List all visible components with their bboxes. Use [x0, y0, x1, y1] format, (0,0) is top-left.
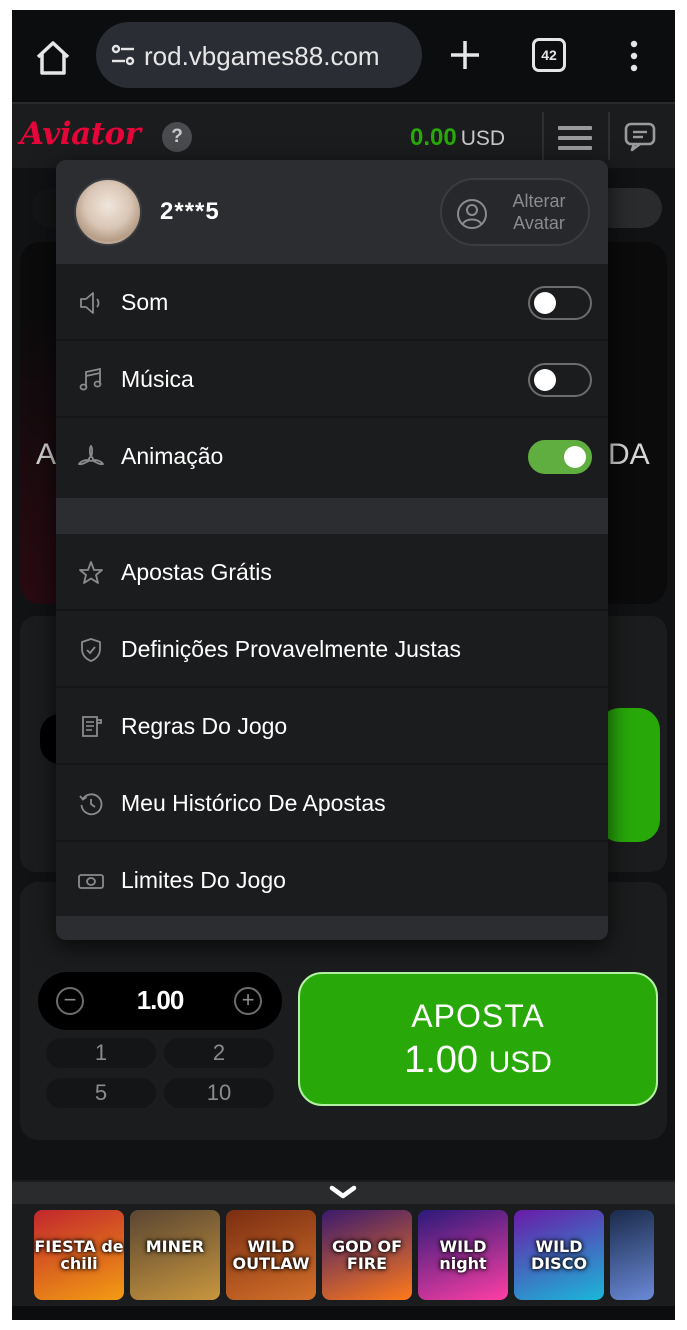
- place-bet-button[interactable]: APOSTA 1.00 USD: [298, 972, 658, 1106]
- sound-toggle[interactable]: [528, 286, 592, 320]
- menu-item-free-bets[interactable]: Apostas Grátis: [56, 534, 608, 611]
- menu-item-label: Limites Do Jogo: [121, 867, 286, 893]
- menu-item-label: Regras Do Jogo: [121, 713, 288, 739]
- chevron-down-icon[interactable]: [328, 1184, 358, 1200]
- quick-amount-1[interactable]: 1: [46, 1038, 156, 1068]
- menu-item-bet-history[interactable]: Meu Histórico De Apostas: [56, 765, 608, 842]
- address-bar[interactable]: rod.vbgames88.com: [96, 22, 422, 88]
- game-thumbnail-title: WILD DISCO: [530, 1237, 588, 1273]
- music-toggle[interactable]: [528, 363, 592, 397]
- menu-item-game-limits[interactable]: Limites Do Jogo: [56, 842, 608, 919]
- aviator-logo: Aviator: [20, 116, 141, 152]
- screen: rod.vbgames88.com 42 Aviator ? 0.00USD: [12, 10, 675, 1320]
- menu-item-music[interactable]: Música: [56, 341, 608, 418]
- bet-button-value: 1.00: [404, 1039, 479, 1081]
- collapse-bar[interactable]: [12, 1182, 675, 1204]
- balance-currency: USD: [460, 127, 506, 150]
- game-thumbnail[interactable]: GOD OF FIRE: [322, 1210, 412, 1300]
- menu-item-sound[interactable]: Som: [56, 264, 608, 341]
- tab-switcher-button[interactable]: 42: [532, 38, 566, 72]
- menu-footer: [56, 916, 608, 940]
- games-strip: FIESTA de chili MINER WILD OUTLAW GOD OF FI…: [12, 1180, 675, 1320]
- home-icon[interactable]: [34, 40, 72, 76]
- profile-header: 2***5 Alterar Avatar: [56, 160, 608, 264]
- game-thumbnail[interactable]: MINER: [130, 1210, 220, 1300]
- menu-item-label: Meu Histórico De Apostas: [121, 790, 386, 816]
- browser-toolbar: rod.vbgames88.com 42: [12, 10, 675, 102]
- history-icon: [79, 793, 103, 816]
- header-divider: [608, 112, 610, 160]
- settings-menu: 2***5 Alterar Avatar Som Música Animação…: [56, 160, 608, 940]
- balance-amount: 0.00: [410, 124, 457, 151]
- header-divider: [542, 112, 544, 160]
- menu-icon[interactable]: [558, 126, 592, 150]
- menu-item-label: Animação: [121, 443, 224, 469]
- game-thumbnail[interactable]: WILD DISCO: [514, 1210, 604, 1300]
- shield-check-icon: [81, 638, 101, 662]
- person-icon: [457, 199, 487, 229]
- menu-item-label: Música: [121, 366, 194, 392]
- menu-item-animation[interactable]: Animação: [56, 418, 608, 495]
- game-thumbnail[interactable]: WILD OUTLAW: [226, 1210, 316, 1300]
- star-icon: [79, 561, 103, 584]
- quick-amount-2[interactable]: 2: [164, 1038, 274, 1068]
- game-thumbnail[interactable]: FIESTA de chili: [34, 1210, 124, 1300]
- increase-stake-button[interactable]: +: [234, 987, 262, 1015]
- menu-item-label: Som: [121, 289, 169, 315]
- game-thumbnail-title: GOD OF FIRE: [331, 1237, 403, 1273]
- bet-button-label: APOSTA: [411, 998, 545, 1034]
- canvas-text-right: DA: [608, 438, 650, 471]
- banknote-icon: [78, 874, 104, 889]
- menu-divider: [56, 498, 608, 534]
- url-text: rod.vbgames88.com: [144, 41, 380, 71]
- menu-item-label: Apostas Grátis: [121, 559, 272, 585]
- speaker-icon: [80, 292, 100, 314]
- quick-amount-5[interactable]: 5: [46, 1078, 156, 1108]
- menu-item-label: Definições Provavelmente Justas: [121, 636, 462, 662]
- game-thumbnail-title: MINER: [145, 1237, 205, 1256]
- stake-stepper[interactable]: − 1.00 +: [38, 972, 282, 1030]
- animation-toggle[interactable]: [528, 440, 592, 474]
- propeller-icon: [78, 444, 104, 466]
- game-thumbnail-title: WILD night: [439, 1237, 487, 1273]
- more-options-icon[interactable]: [624, 36, 644, 76]
- chat-icon[interactable]: [624, 122, 660, 152]
- bet-button-currency: USD: [488, 1046, 552, 1079]
- change-avatar-button[interactable]: Alterar Avatar: [440, 178, 590, 246]
- music-note-icon: [79, 367, 102, 391]
- new-tab-icon[interactable]: [448, 38, 482, 72]
- document-icon: [82, 716, 102, 737]
- balance: 0.00 USD: [410, 124, 505, 152]
- bottom-nav: [12, 1306, 675, 1320]
- game-thumbnail[interactable]: WILD night: [418, 1210, 508, 1300]
- menu-item-provably-fair[interactable]: Definições Provavelmente Justas: [56, 611, 608, 688]
- site-settings-icon[interactable]: [110, 42, 136, 68]
- game-thumbnail-title: FIESTA de chili: [34, 1237, 124, 1273]
- avatar: [74, 178, 142, 246]
- username: 2***5: [160, 198, 220, 225]
- change-avatar-label: Alterar Avatar: [512, 191, 566, 233]
- toggle-knob: [564, 446, 586, 468]
- canvas-text-left: A: [36, 438, 57, 471]
- menu-item-game-rules[interactable]: Regras Do Jogo: [56, 688, 608, 765]
- bet-button-amount: 1.00 USD: [300, 1039, 656, 1082]
- game-thumbnail[interactable]: [610, 1210, 654, 1300]
- help-icon[interactable]: ?: [162, 122, 192, 152]
- quick-amount-10[interactable]: 10: [164, 1078, 274, 1108]
- toggle-knob: [534, 292, 556, 314]
- app-header: Aviator ? 0.00 USD: [12, 102, 675, 168]
- toggle-knob: [534, 369, 556, 391]
- game-thumbnail-title: WILD OUTLAW: [232, 1237, 310, 1273]
